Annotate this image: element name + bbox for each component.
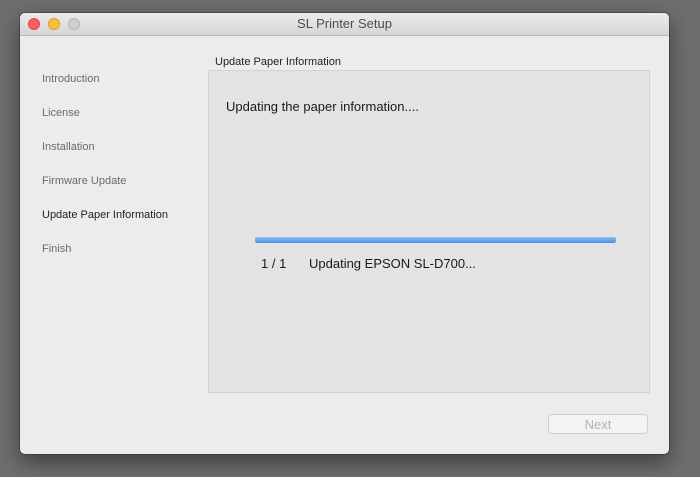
progress-status-text: Updating EPSON SL-D700... bbox=[309, 256, 476, 271]
next-button[interactable]: Next bbox=[548, 414, 648, 434]
sidebar-item-firmware-update: Firmware Update bbox=[42, 175, 127, 187]
title-bar: SL Printer Setup bbox=[20, 13, 669, 36]
progress-counter: 1 / 1 bbox=[261, 256, 287, 271]
content-panel: Updating the paper information.... 1 / 1… bbox=[208, 70, 650, 393]
window-title: SL Printer Setup bbox=[297, 16, 392, 31]
sidebar-item-update-paper-information: Update Paper Information bbox=[42, 209, 168, 221]
progress-bar bbox=[255, 237, 616, 243]
installer-window: SL Printer Setup Introduction License In… bbox=[20, 13, 669, 454]
sidebar-item-finish: Finish bbox=[42, 243, 72, 255]
steps-sidebar: Introduction License Installation Firmwa… bbox=[42, 73, 168, 277]
sidebar-item-introduction: Introduction bbox=[42, 73, 100, 85]
section-title: Update Paper Information bbox=[215, 56, 341, 68]
sidebar-item-license: License bbox=[42, 107, 80, 119]
progress-bar-fill bbox=[255, 237, 616, 243]
sidebar-item-installation: Installation bbox=[42, 141, 95, 153]
status-message: Updating the paper information.... bbox=[226, 99, 419, 114]
